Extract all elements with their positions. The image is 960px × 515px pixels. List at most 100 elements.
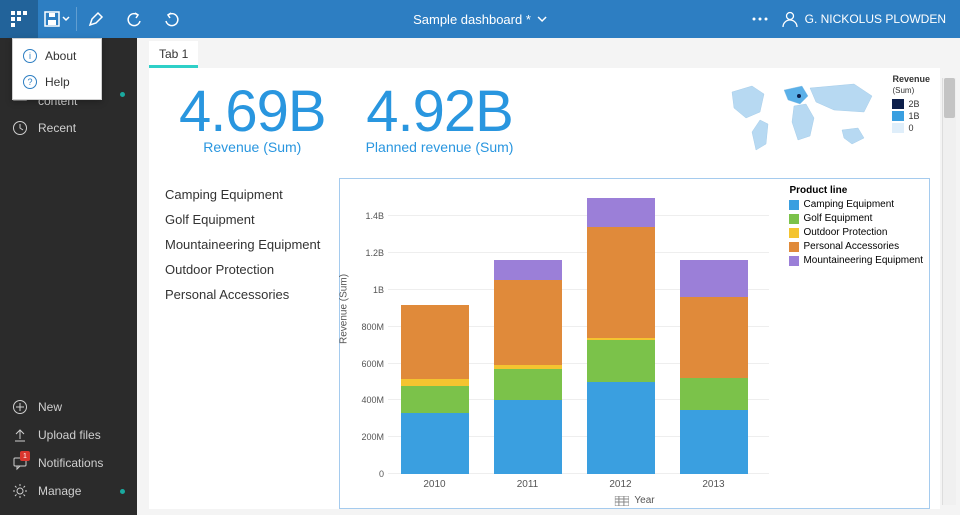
x-tick: 2013	[702, 479, 724, 490]
legend-val: 0	[908, 123, 913, 133]
redo-button[interactable]	[153, 0, 191, 38]
grid-icon	[11, 11, 27, 27]
bar-segment	[680, 378, 748, 409]
dots-icon	[751, 11, 769, 27]
home-flyout: i About ? Help	[12, 38, 102, 100]
clock-icon	[12, 120, 28, 136]
x-tick: 2010	[423, 479, 445, 490]
bar-segment	[680, 297, 748, 378]
legend-item: Golf Equipment	[803, 213, 872, 224]
x-axis-label: Year	[614, 495, 654, 506]
bar-segment	[587, 340, 655, 382]
list-item[interactable]: Golf Equipment	[163, 207, 335, 232]
title-text: Sample dashboard *	[413, 12, 531, 27]
legend-title: Product line	[789, 185, 923, 196]
world-map-icon	[724, 74, 884, 164]
legend-item: Outdoor Protection	[803, 227, 887, 238]
tab-1[interactable]: Tab 1	[149, 41, 198, 68]
user-name: G. NICKOLUS PLOWDEN	[805, 12, 946, 26]
pencil-icon	[88, 11, 104, 27]
map-widget[interactable]: Revenue (Sum) 2B 1B 0	[724, 74, 930, 164]
revenue-chart[interactable]: Product line Camping Equipment Golf Equi…	[339, 178, 930, 509]
bar-2011[interactable]	[494, 260, 562, 474]
undo-button[interactable]	[115, 0, 153, 38]
list-item[interactable]: Outdoor Protection	[163, 257, 335, 282]
more-button[interactable]	[751, 0, 769, 38]
bar-segment	[401, 305, 469, 379]
product-list[interactable]: Camping Equipment Golf Equipment Mountai…	[159, 178, 339, 509]
info-icon: i	[23, 49, 37, 63]
gridline	[388, 215, 769, 216]
list-item[interactable]: Camping Equipment	[163, 182, 335, 207]
sidebar-item-upload[interactable]: Upload files	[0, 421, 137, 449]
notification-badge: 1	[20, 451, 30, 461]
kpi-value: 4.92B	[366, 78, 514, 145]
swatch	[789, 214, 799, 224]
list-item[interactable]: Mountaineering Equipment	[163, 232, 335, 257]
bar-segment	[401, 386, 469, 414]
help-icon: ?	[23, 75, 37, 89]
swatch	[892, 99, 904, 109]
y-tick: 800M	[358, 322, 384, 332]
topbar-right: G. NICKOLUS PLOWDEN	[751, 0, 960, 38]
sidebar-item-recent[interactable]: Recent	[0, 114, 137, 142]
legend-subtitle: (Sum)	[892, 86, 930, 95]
dashboard-title[interactable]: Sample dashboard *	[413, 12, 547, 27]
scrollbar-thumb[interactable]	[944, 78, 955, 118]
swatch	[789, 228, 799, 238]
chevron-down-icon	[62, 15, 70, 23]
label: Upload files	[38, 428, 101, 442]
bar-segment	[401, 379, 469, 386]
y-tick: 600M	[358, 359, 384, 369]
floppy-icon	[44, 11, 60, 27]
gridline	[388, 252, 769, 253]
edit-button[interactable]	[77, 0, 115, 38]
undo-icon	[126, 11, 142, 27]
active-dot	[120, 489, 125, 494]
redo-icon	[164, 11, 180, 27]
bar-2013[interactable]	[680, 260, 748, 474]
flyout-about[interactable]: i About	[13, 43, 101, 69]
bar-segment	[401, 413, 469, 474]
x-label-text: Year	[634, 495, 654, 506]
legend-item: Mountaineering Equipment	[803, 255, 923, 266]
bar-segment	[494, 280, 562, 365]
bar-2010[interactable]	[401, 305, 469, 474]
scrollbar[interactable]	[942, 78, 956, 505]
plus-circle-icon	[12, 399, 28, 415]
bar-segment	[494, 260, 562, 280]
save-button[interactable]	[38, 0, 76, 38]
topbar: Sample dashboard * G. NICKOLUS PLOWDEN	[0, 0, 960, 38]
list-item[interactable]: Personal Accessories	[163, 282, 335, 307]
home-button[interactable]	[0, 0, 38, 38]
x-tick: 2011	[517, 479, 539, 490]
chevron-down-icon	[537, 14, 547, 24]
bar-segment	[680, 260, 748, 297]
legend-val: 2B	[908, 99, 919, 109]
topbar-left	[0, 0, 191, 38]
bar-segment	[494, 400, 562, 474]
sidebar-item-notifications[interactable]: 1 Notifications	[0, 449, 137, 477]
map-legend: Revenue (Sum) 2B 1B 0	[892, 74, 930, 164]
tabstrip: Tab 1	[137, 38, 960, 68]
kpi-planned-revenue[interactable]: 4.92B Planned revenue (Sum)	[366, 78, 514, 155]
gear-icon	[12, 483, 28, 499]
table-icon	[614, 496, 628, 506]
sidebar-item-new[interactable]: New	[0, 393, 137, 421]
swatch	[789, 256, 799, 266]
sidebar-item-manage[interactable]: Manage	[0, 477, 137, 505]
bar-segment	[587, 198, 655, 227]
flyout-help[interactable]: ? Help	[13, 69, 101, 95]
bar-segment	[680, 410, 748, 474]
active-dot	[120, 92, 125, 97]
bar-2012[interactable]	[587, 198, 655, 474]
kpi-value: 4.69B	[179, 78, 326, 145]
kpi-revenue[interactable]: 4.69B Revenue (Sum)	[179, 78, 326, 155]
user-icon	[781, 10, 799, 28]
label: New	[38, 400, 62, 414]
user-menu[interactable]: G. NICKOLUS PLOWDEN	[781, 10, 946, 28]
swatch	[892, 123, 904, 133]
upload-icon	[12, 427, 28, 443]
y-axis-label: Revenue (Sum)	[339, 273, 350, 343]
chart-legend: Product line Camping Equipment Golf Equi…	[789, 185, 923, 269]
